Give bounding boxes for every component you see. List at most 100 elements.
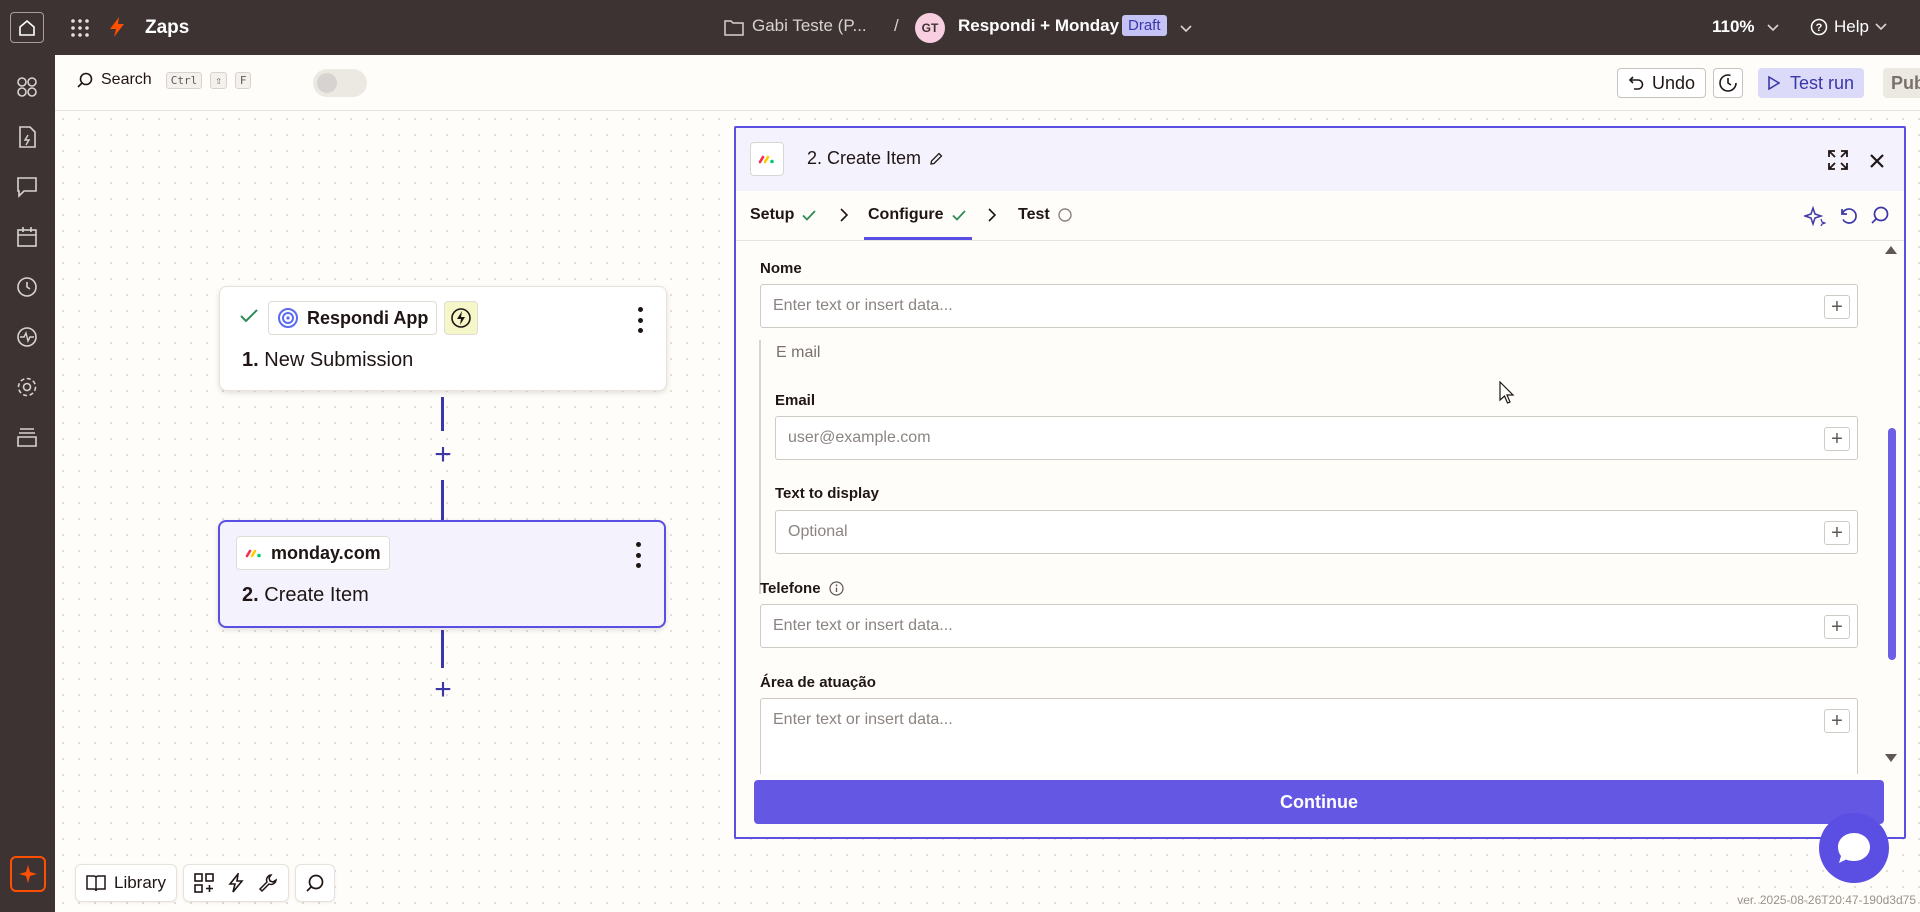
step-card-action[interactable]: monday.com 2. Create Item	[218, 520, 666, 628]
telefone-label-text: Telefone	[760, 580, 821, 597]
chat-icon[interactable]	[15, 175, 39, 199]
chevron-down-icon	[1767, 24, 1779, 32]
step-app-name: Respondi App	[307, 307, 429, 328]
close-icon[interactable]	[1870, 148, 1884, 174]
group-divider	[759, 340, 761, 594]
app-grid-icon[interactable]	[70, 18, 90, 38]
field-label-nome: Nome	[760, 260, 802, 277]
tab-setup-label: Setup	[750, 206, 795, 223]
add-step-icon[interactable]: +	[430, 440, 456, 470]
email-group-title: E mail	[776, 344, 821, 361]
step-title: 2. Create Item	[242, 584, 369, 607]
undo-button[interactable]: Undo	[1617, 68, 1707, 98]
apps-icon[interactable]	[15, 75, 39, 99]
zoom-level[interactable]: 110%	[1712, 17, 1779, 37]
shortcut-key-f: F	[234, 71, 252, 89]
search-icon	[77, 72, 93, 88]
activity-icon[interactable]	[15, 325, 39, 349]
pending-circle-icon	[1058, 208, 1072, 222]
active-tab-indicator	[864, 237, 972, 240]
zap-name[interactable]: Respondi + Monday	[958, 16, 1119, 36]
step-title-text: Create Item	[264, 584, 369, 606]
step-config-panel: 2. Create Item Setup Configure Test Nome…	[734, 126, 1906, 839]
pencil-icon[interactable]	[929, 152, 943, 166]
tab-configure-label: Configure	[868, 206, 944, 223]
insert-data-button[interactable]: +	[1824, 295, 1850, 319]
tab-test[interactable]: Test	[1018, 206, 1072, 224]
tab-test-label: Test	[1018, 206, 1050, 223]
document-icon[interactable]	[15, 125, 39, 149]
text-to-display-placeholder: Optional	[788, 523, 848, 540]
help-label: Help	[1834, 17, 1869, 36]
search-icon[interactable]	[1870, 205, 1890, 225]
canvas-search-button[interactable]	[294, 864, 335, 902]
continue-button[interactable]: Continue	[754, 780, 1884, 824]
library-label: Library	[114, 873, 166, 892]
layers-icon[interactable]	[15, 425, 39, 449]
bolt-icon[interactable]	[228, 873, 244, 893]
step-number: 1.	[242, 349, 259, 371]
tab-setup[interactable]: Setup	[750, 206, 817, 224]
ai-sparkle-icon[interactable]	[1804, 205, 1826, 227]
view-toggle[interactable]	[313, 69, 367, 97]
refresh-icon[interactable]	[1838, 205, 1858, 225]
scroll-up-arrow[interactable]	[1885, 246, 1897, 254]
scrollbar-thumb[interactable]	[1888, 428, 1896, 660]
support-chat-button[interactable]	[1819, 813, 1889, 883]
step-app-pill: Respondi App	[268, 301, 438, 335]
telefone-input[interactable]: Enter text or insert data... +	[760, 604, 1858, 648]
home-button[interactable]	[10, 12, 44, 43]
insert-data-button[interactable]: +	[1824, 427, 1850, 451]
library-button[interactable]: Library	[75, 864, 177, 902]
test-run-button[interactable]: Test run	[1758, 68, 1865, 98]
panel-tools	[1804, 205, 1890, 227]
shortcut-key-ctrl: Ctrl	[165, 71, 203, 89]
calendar-icon[interactable]	[15, 225, 39, 249]
area-input[interactable]: Enter text or insert data... +	[760, 698, 1858, 774]
step-card-trigger[interactable]: Respondi App 1. New Submission	[219, 286, 667, 391]
settings-icon[interactable]	[15, 375, 39, 399]
tab-configure[interactable]: Configure	[868, 206, 966, 224]
check-icon	[240, 309, 258, 328]
insert-data-button[interactable]: +	[1824, 615, 1850, 639]
telefone-placeholder: Enter text or insert data...	[773, 617, 953, 634]
step-tabs: Setup Configure Test	[736, 191, 1904, 241]
info-icon[interactable]	[828, 581, 844, 596]
scroll-down-arrow[interactable]	[1885, 754, 1897, 762]
check-icon	[951, 209, 966, 221]
copilot-button[interactable]	[10, 856, 46, 892]
insert-data-button[interactable]: +	[1824, 709, 1850, 733]
nome-input[interactable]: Enter text or insert data... +	[760, 284, 1858, 328]
help-menu[interactable]: ? Help	[1810, 17, 1887, 37]
home-icon	[19, 19, 35, 36]
insert-data-button[interactable]: +	[1824, 521, 1850, 545]
zoom-value: 110%	[1712, 17, 1755, 36]
test-run-label: Test run	[1790, 72, 1855, 93]
shortcut-key-shift: ⇧	[210, 71, 227, 89]
expand-icon[interactable]	[1828, 150, 1848, 175]
wrench-icon[interactable]	[258, 873, 278, 893]
config-form[interactable]: Nome Enter text or insert data... + E ma…	[736, 242, 1904, 774]
step-menu-icon[interactable]	[634, 542, 642, 568]
step-menu-icon[interactable]	[636, 307, 644, 333]
breadcrumb-folder[interactable]: Gabi Teste (P...	[752, 16, 867, 36]
chevron-down-icon	[1875, 23, 1887, 31]
step-title: 1. New Submission	[242, 349, 413, 372]
add-step-icon[interactable]: +	[430, 675, 456, 705]
chevron-down-icon[interactable]	[1180, 20, 1192, 38]
chevron-right-icon	[840, 206, 849, 227]
publish-button[interactable]: Publish	[1883, 68, 1920, 98]
panel-title[interactable]: 2. Create Item	[807, 148, 943, 169]
owner-avatar[interactable]: GT	[915, 13, 945, 43]
search-button[interactable]: Search Ctrl ⇧ F	[77, 71, 252, 89]
layout-icon[interactable]	[194, 873, 214, 893]
step-title-text: New Submission	[264, 349, 414, 371]
email-input[interactable]: user@example.com +	[775, 416, 1858, 460]
history-icon[interactable]	[15, 275, 39, 299]
text-to-display-input[interactable]: Optional +	[775, 510, 1858, 554]
field-label-email: Email	[775, 392, 816, 409]
version-label: ver. 2025-08-26T20:47-190d3d75	[1737, 893, 1916, 907]
panel-header: 2. Create Item	[736, 128, 1904, 191]
history-timer-button[interactable]	[1713, 68, 1743, 98]
app-title[interactable]: Zaps	[145, 17, 189, 39]
